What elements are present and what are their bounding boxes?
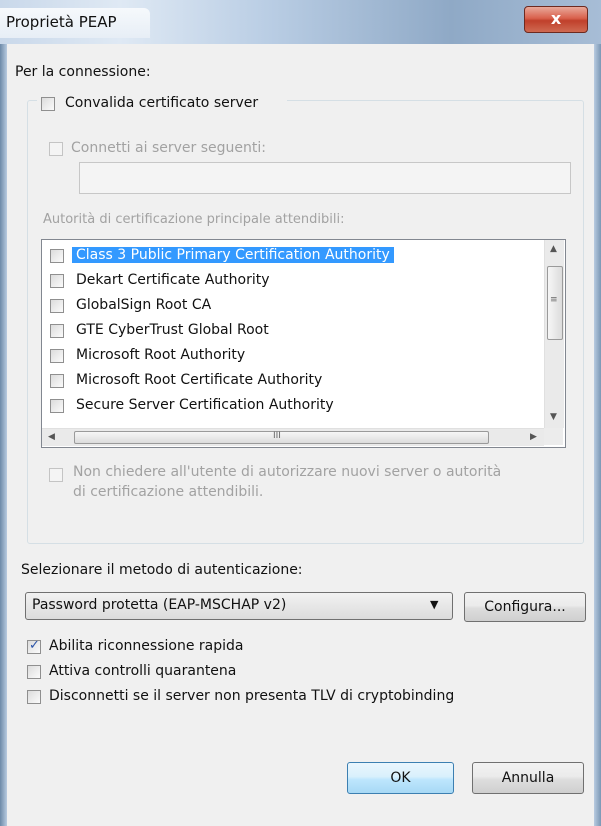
ca-item-checkbox[interactable]	[50, 324, 64, 338]
dialog-client-area: Per la connessione: Convalida certificat…	[7, 44, 594, 826]
ca-item-label: Secure Server Certification Authority	[76, 397, 334, 413]
cryptobinding-checkbox[interactable]	[27, 690, 41, 704]
ca-item-checkbox[interactable]	[50, 274, 64, 288]
vertical-scroll-thumb[interactable]: ≡	[547, 266, 563, 340]
ca-list-item[interactable]: Class 3 Public Primary Certification Aut…	[42, 244, 512, 269]
dont-prompt-checkbox[interactable]	[49, 468, 63, 482]
ca-item-label: Microsoft Root Authority	[76, 347, 246, 363]
vertical-scrollbar[interactable]: ▲ ≡ ▼	[544, 240, 564, 428]
thumb-grip-icon: III	[273, 431, 281, 441]
validate-cert-label: Convalida certificato server	[65, 95, 259, 111]
ca-item-label: Dekart Certificate Authority	[76, 272, 270, 288]
ca-item-label: Microsoft Root Certificate Authority	[76, 372, 323, 388]
quarantine-label: Attiva controlli quarantena	[49, 663, 237, 679]
chevron-down-icon: ▼	[430, 598, 439, 611]
title-bar[interactable]: Proprietà PEAP x	[0, 0, 601, 44]
trusted-ca-list[interactable]: Class 3 Public Primary Certification Aut…	[41, 239, 566, 448]
ca-list-item[interactable]: Secure Server Certification Authority	[42, 394, 512, 419]
horizontal-scroll-thumb[interactable]: III	[74, 431, 489, 444]
scroll-up-icon[interactable]: ▲	[550, 244, 557, 254]
cancel-button[interactable]: Annulla	[472, 762, 584, 794]
connect-servers-checkbox[interactable]	[49, 142, 63, 156]
scroll-left-icon[interactable]: ◀	[48, 432, 55, 442]
ca-list-item[interactable]: GTE CyberTrust Global Root	[42, 319, 512, 344]
auth-method-select[interactable]: Password protetta (EAP-MSCHAP v2) ▼	[25, 592, 453, 620]
validate-cert-checkbox[interactable]	[41, 97, 55, 111]
thumb-grip-icon: ≡	[550, 295, 558, 305]
dont-prompt-label-line2: di certificazione attendibili.	[73, 484, 264, 500]
ca-item-checkbox[interactable]	[50, 374, 64, 388]
ca-item-checkbox[interactable]	[50, 399, 64, 413]
ca-item-label: GTE CyberTrust Global Root	[76, 322, 269, 338]
ca-list-item[interactable]: Microsoft Root Certificate Authority	[42, 369, 512, 394]
dont-prompt-label-line1: Non chiedere all'utente di autorizzare n…	[73, 464, 502, 480]
ca-list-item[interactable]: Microsoft Root Authority	[42, 344, 512, 369]
connection-heading: Per la connessione:	[15, 64, 151, 80]
trusted-ca-label: Autorità di certificazione principale at…	[43, 212, 345, 227]
fast-reconnect-checkbox[interactable]	[27, 638, 41, 654]
window-frame-left	[0, 44, 7, 826]
cryptobinding-label: Disconnetti se il server non presenta TL…	[49, 688, 455, 704]
quarantine-checkbox[interactable]	[27, 665, 41, 679]
window-title: Proprietà PEAP	[6, 13, 117, 31]
auth-method-value: Password protetta (EAP-MSCHAP v2)	[32, 597, 287, 613]
connect-servers-label: Connetti ai server seguenti:	[71, 140, 266, 156]
ca-item-checkbox[interactable]	[50, 299, 64, 313]
close-button[interactable]: x	[524, 6, 588, 33]
ca-item-label: Class 3 Public Primary Certification Aut…	[72, 247, 394, 263]
fast-reconnect-label: Abilita riconnessione rapida	[49, 638, 244, 654]
scroll-down-icon[interactable]: ▼	[550, 412, 557, 422]
ca-item-label: GlobalSign Root CA	[76, 297, 212, 313]
auth-method-label: Selezionare il metodo di autenticazione:	[21, 562, 303, 578]
server-names-input[interactable]	[79, 162, 571, 194]
window-frame-right	[594, 44, 601, 826]
scroll-right-icon[interactable]: ▶	[530, 432, 537, 442]
peap-properties-dialog: Proprietà PEAP x Per la connessione: Con…	[0, 0, 601, 826]
ca-list-item[interactable]: GlobalSign Root CA	[42, 294, 512, 319]
ok-button[interactable]: OK	[347, 762, 454, 794]
ca-item-checkbox[interactable]	[50, 349, 64, 363]
ca-item-checkbox[interactable]	[50, 249, 64, 263]
configure-button[interactable]: Configura...	[464, 592, 586, 622]
scrollbar-corner	[544, 428, 563, 445]
validate-cert-row[interactable]: Convalida certificato server	[37, 92, 287, 116]
close-icon: x	[550, 9, 562, 28]
ca-list-item[interactable]: Dekart Certificate Authority	[42, 269, 512, 294]
horizontal-scrollbar[interactable]: ◀ III ▶	[42, 428, 544, 446]
